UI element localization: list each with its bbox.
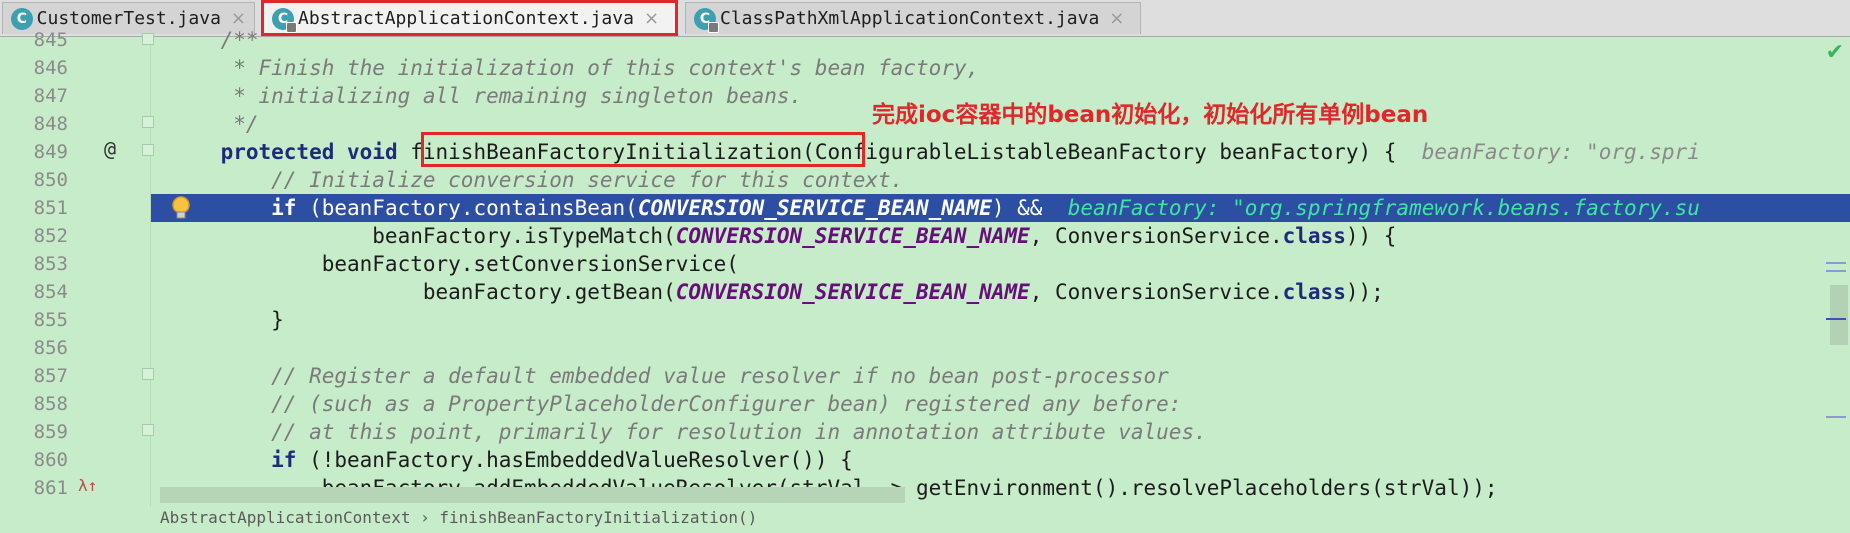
tab-abstractapplicationcontext[interactable]: C AbstractApplicationContext.java × — [261, 0, 678, 36]
code-comment: // Initialize conversion service for thi… — [170, 168, 904, 192]
code-line[interactable]: // (such as a PropertyPlaceholderConfigu… — [170, 390, 1181, 418]
code-line[interactable]: protected void finishBeanFactoryInitiali… — [170, 138, 1700, 166]
line-number: 858 — [33, 393, 68, 415]
breadcrumb-separator: › — [420, 508, 430, 527]
code-keyword: protected void — [220, 140, 398, 164]
line-number: 856 — [33, 337, 68, 359]
vertical-scrollbar[interactable] — [1830, 285, 1848, 345]
tab-label: AbstractApplicationContext.java — [298, 8, 634, 29]
line-number: 855 — [33, 309, 68, 331]
close-icon[interactable]: × — [644, 8, 659, 29]
close-icon[interactable]: × — [1109, 8, 1124, 29]
code-comment: /** — [170, 28, 259, 52]
code-text: beanFactory.isTypeMatch( — [170, 224, 676, 248]
code-line[interactable]: // Initialize conversion service for thi… — [170, 166, 903, 194]
breadcrumb-method[interactable]: finishBeanFactoryInitialization() — [439, 508, 757, 527]
code-comment: // (such as a PropertyPlaceholderConfigu… — [170, 392, 1182, 416]
code-comment: // at this point, primarily for resoluti… — [170, 420, 1207, 444]
code-line[interactable]: // at this point, primarily for resoluti… — [170, 418, 1207, 446]
code-constant: CONVERSION_SERVICE_BEAN_NAME — [675, 224, 1030, 248]
inspection-ok-icon[interactable]: ✔ — [1826, 40, 1844, 65]
line-number: 847 — [33, 85, 68, 107]
line-number: 851 — [33, 197, 68, 219]
fold-marker[interactable] — [142, 424, 154, 436]
error-stripe-marker[interactable] — [1826, 416, 1846, 418]
class-icon: C — [694, 7, 719, 33]
code-line[interactable]: if (beanFactory.containsBean(CONVERSION_… — [170, 194, 1700, 222]
code-text: ) && — [991, 196, 1068, 220]
line-number: 857 — [33, 365, 68, 387]
fold-marker[interactable] — [142, 144, 154, 156]
line-number: 845 — [33, 29, 68, 51]
code-keyword: if — [271, 196, 297, 220]
abstract-class-icon: C — [272, 7, 297, 33]
code-line[interactable]: * initializing all remaining singleton b… — [170, 82, 802, 110]
lightbulb-icon[interactable] — [170, 195, 192, 221]
tab-classpathxmlapplicationcontext[interactable]: C ClassPathXmlApplicationContext.java × — [685, 2, 1141, 34]
line-number: 860 — [33, 449, 68, 471]
code-keyword: class — [1282, 224, 1346, 248]
lambda-icon[interactable]: λ↑ — [78, 476, 97, 495]
method-name-highlight-box — [421, 132, 865, 167]
line-number: 846 — [33, 57, 68, 79]
code-line[interactable]: */ — [170, 110, 259, 138]
code-line[interactable]: if (!beanFactory.hasEmbeddedValueResolve… — [170, 446, 853, 474]
code-line[interactable]: beanFactory.isTypeMatch(CONVERSION_SERVI… — [170, 222, 1396, 250]
breadcrumb-class[interactable]: AbstractApplicationContext — [160, 508, 410, 527]
code-constant: CONVERSION_SERVICE_BEAN_NAME — [637, 196, 992, 220]
code-constant: CONVERSION_SERVICE_BEAN_NAME — [675, 280, 1030, 304]
code-text: )); — [1345, 280, 1384, 304]
code-line[interactable]: /** — [170, 26, 259, 54]
inline-debug-hint: beanFactory: "org.spri — [1421, 140, 1700, 164]
code-line[interactable]: beanFactory.setConversionService( — [170, 250, 739, 278]
inline-debug-hint: beanFactory: "org.springframework.beans.… — [1067, 196, 1700, 220]
code-comment: * Finish the initialization of this cont… — [170, 56, 980, 80]
line-number: 859 — [33, 421, 68, 443]
fold-marker[interactable] — [142, 116, 154, 128]
code-text: (beanFactory.containsBean( — [296, 196, 638, 220]
code-line[interactable]: // Register a default embedded value res… — [170, 362, 1169, 390]
editor-tab-bar: C CustomerTest.java × C AbstractApplicat… — [0, 0, 1850, 37]
line-number: 854 — [33, 281, 68, 303]
code-text: , ConversionService. — [1029, 224, 1283, 248]
line-number: 848 — [33, 113, 68, 135]
code-comment: * initializing all remaining singleton b… — [170, 84, 803, 108]
fold-marker[interactable] — [142, 368, 154, 380]
tab-label: ClassPathXmlApplicationContext.java — [720, 8, 1100, 29]
code-text: beanFactory.getBean( — [170, 280, 676, 304]
code-text: beanFactory.setConversionService( — [170, 252, 739, 276]
fold-marker[interactable] — [142, 33, 154, 45]
code-text: (!beanFactory.hasEmbeddedValueResolver()… — [296, 448, 853, 472]
line-number: 852 — [33, 225, 68, 247]
error-stripe-marker[interactable] — [1826, 262, 1846, 264]
code-line[interactable]: } — [170, 306, 284, 334]
horizontal-scrollbar[interactable] — [160, 487, 905, 503]
code-text: )) { — [1345, 224, 1397, 248]
code-comment: // Register a default embedded value res… — [170, 364, 1169, 388]
code-keyword: class — [1282, 280, 1346, 304]
line-number: 850 — [33, 169, 68, 191]
code-line[interactable]: beanFactory.getBean(CONVERSION_SERVICE_B… — [170, 278, 1384, 306]
override-icon[interactable]: @ — [104, 137, 116, 161]
gutter-separator — [150, 37, 151, 507]
code-line[interactable]: * Finish the initialization of this cont… — [170, 54, 979, 82]
code-comment: */ — [170, 112, 259, 136]
error-stripe-marker[interactable] — [1826, 318, 1846, 320]
annotation-note: 完成ioc容器中的bean初始化，初始化所有单例bean — [872, 102, 1429, 128]
line-number: 853 — [33, 253, 68, 275]
breadcrumb: AbstractApplicationContext › finishBeanF… — [160, 508, 757, 527]
line-number: 849 — [33, 141, 68, 163]
line-number: 861 — [33, 477, 68, 499]
error-stripe-marker[interactable] — [1826, 270, 1846, 272]
code-keyword: if — [271, 448, 297, 472]
code-text: } — [170, 308, 284, 332]
code-text: , ConversionService. — [1029, 280, 1283, 304]
